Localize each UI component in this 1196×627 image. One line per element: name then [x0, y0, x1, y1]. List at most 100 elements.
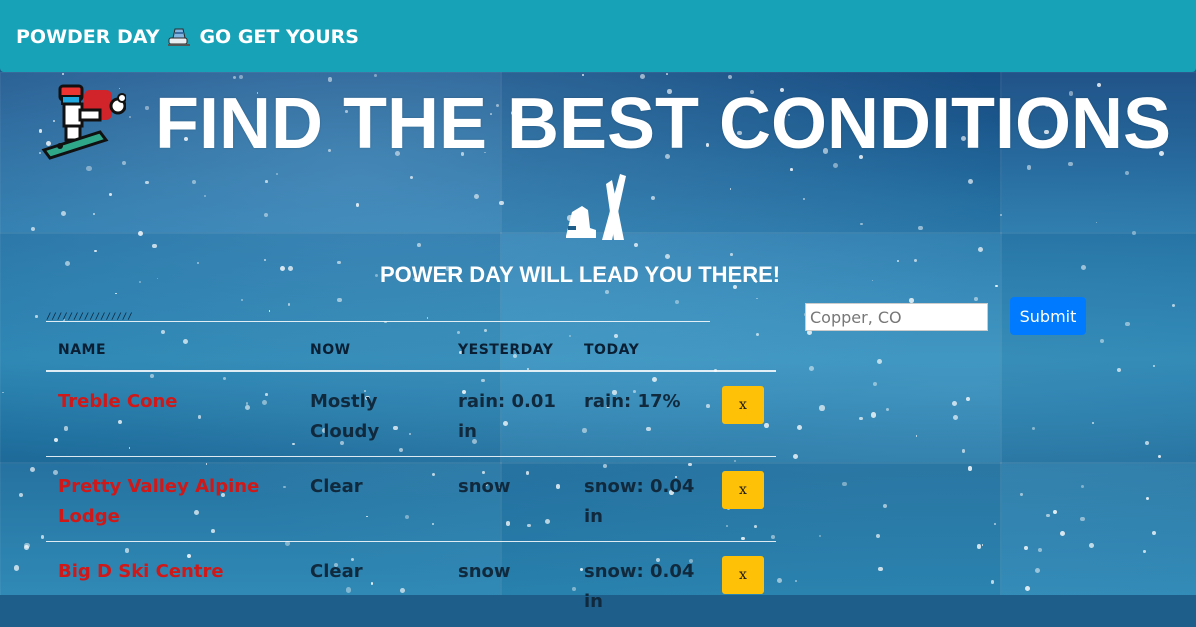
submit-button[interactable]: Submit [1010, 297, 1086, 335]
snowflake [790, 168, 794, 171]
header-yesterday: YESTERDAY [458, 342, 554, 358]
snowflake [192, 180, 196, 184]
snowflake [1059, 530, 1065, 536]
snowflake [808, 365, 814, 371]
table-row: Big D Ski Centre Clear snow snow: 0.04 i… [46, 542, 776, 627]
snowflake [473, 193, 479, 199]
snowflake [1035, 567, 1041, 573]
brand-title: POWDER DAY [16, 26, 160, 48]
snowflake [1052, 509, 1057, 515]
snowflake [990, 580, 994, 584]
snowflake [994, 523, 996, 525]
table-row: Treble Cone Mostly Cloudy rain: 0.01 in … [46, 372, 776, 457]
snowflake [666, 73, 668, 75]
snowflake [876, 533, 881, 538]
snowflake [13, 565, 19, 571]
snowflake [1020, 493, 1023, 496]
snowflake [337, 260, 341, 264]
snowflake [1045, 513, 1050, 518]
resort-name[interactable]: Treble Cone [58, 387, 288, 417]
snowflake [639, 73, 645, 79]
brand-link[interactable]: POWDER DAY GO GET YOURS [16, 23, 359, 51]
row-divider [46, 541, 776, 542]
snowflake [664, 254, 670, 260]
now-conditions: Clear [310, 476, 363, 497]
snowflake [966, 396, 970, 401]
snowflake [410, 175, 414, 179]
background-tile [1000, 462, 1196, 595]
snowflake [1131, 230, 1136, 235]
snowflake [18, 492, 23, 497]
snowflake [232, 75, 236, 79]
snowflake [730, 253, 733, 256]
table-top-divider [46, 321, 710, 322]
snowflake [961, 449, 966, 453]
location-search-input[interactable] [805, 303, 988, 331]
snowflake [1080, 484, 1084, 488]
today-conditions: snow: 0.04 in [584, 561, 695, 612]
snowflake [819, 405, 825, 411]
resort-name[interactable]: Big D Ski Centre [58, 557, 288, 587]
snowflake [263, 213, 268, 218]
snowflake [871, 412, 877, 418]
yesterday-conditions: rain: 0.01 in [458, 391, 556, 442]
snowflake [796, 425, 802, 431]
snowflake [860, 222, 863, 225]
snowflake [263, 259, 266, 262]
snowflake [974, 297, 979, 301]
yesterday-conditions: snow [458, 476, 511, 497]
snowflake [1099, 338, 1105, 343]
snowflake [1091, 421, 1094, 424]
snowflake [967, 466, 973, 471]
hero-title: FIND THE BEST CONDITIONS [155, 84, 1172, 164]
snowflake [1031, 426, 1036, 430]
snowflake [1024, 546, 1028, 550]
snowflake [287, 303, 291, 306]
snowflake [1026, 165, 1031, 170]
snowflake [1080, 264, 1087, 270]
header-name: NAME [58, 342, 107, 358]
snowflake [876, 358, 882, 365]
header-now: NOW [310, 342, 351, 358]
resort-name[interactable]: Pretty Valley Alpine Lodge [58, 472, 288, 532]
snowflake [976, 544, 981, 549]
snowflake [878, 566, 883, 572]
snowflake [35, 315, 38, 318]
snowflake [582, 73, 585, 76]
snowflake [62, 72, 65, 75]
snowflake [999, 214, 1002, 216]
snowflake [1080, 516, 1085, 521]
snowflake [279, 265, 285, 271]
snowflake [1143, 550, 1146, 553]
header-today: TODAY [584, 342, 640, 358]
snowflake [86, 165, 92, 172]
snowflake [1037, 547, 1042, 552]
snowflake [995, 284, 998, 288]
snowflake [287, 265, 293, 271]
snowflake [1158, 455, 1161, 458]
snowflake [152, 243, 157, 249]
snowflake [375, 273, 379, 277]
navbar: POWDER DAY GO GET YOURS [0, 0, 1196, 72]
yesterday-conditions: snow [458, 561, 511, 582]
snowflake [499, 200, 504, 206]
snowflake [792, 453, 799, 459]
today-conditions: rain: 17% [584, 391, 681, 412]
remove-resort-button[interactable]: x [722, 471, 764, 509]
remove-resort-button[interactable]: x [722, 386, 764, 424]
snowboarder-icon [41, 84, 126, 160]
snowflake [794, 579, 797, 582]
snowflake [145, 106, 149, 110]
row-divider [46, 456, 776, 457]
skis-and-boot-icon [566, 174, 626, 240]
brand-tagline: GO GET YOURS [199, 26, 359, 48]
snowflake [776, 577, 782, 583]
snowflake [128, 115, 131, 118]
snowflake [275, 173, 278, 175]
snowflake [818, 534, 821, 537]
remove-resort-button[interactable]: x [722, 556, 764, 594]
ski-boot-icon [168, 28, 191, 46]
snowflake [858, 416, 863, 421]
today-conditions: snow: 0.04 in [584, 476, 695, 527]
hero-subtitle: POWER DAY WILL LEAD YOU THERE! [380, 262, 781, 287]
